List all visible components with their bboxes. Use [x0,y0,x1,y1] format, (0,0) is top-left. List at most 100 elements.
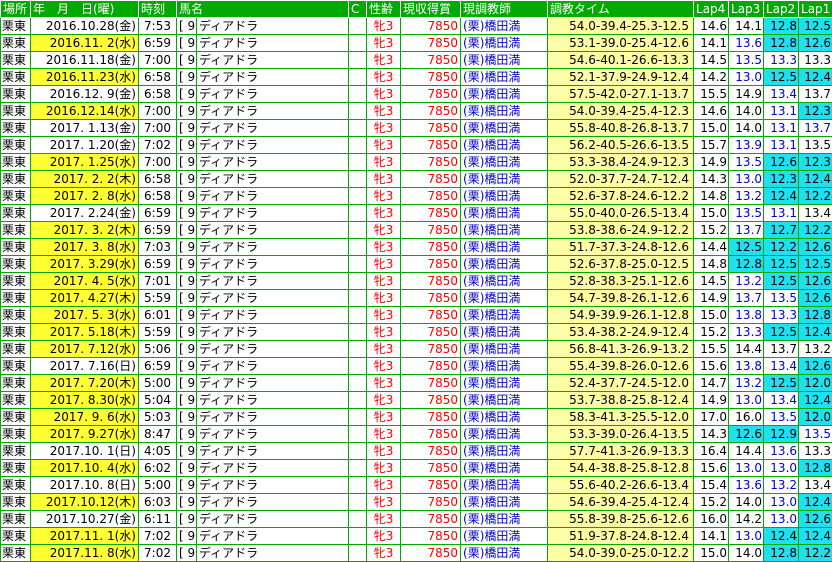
table-row: 栗東2017. 1.13(金)7:00[ 9]ディアドラ牝37850(栗)橋田満… [1,120,832,137]
trainer-cell: (栗)橋田満 [461,460,548,477]
lap3-cell: 13.0 [729,392,764,409]
trainer-cell: (栗)橋田満 [461,307,548,324]
prize-cell: 7850 [401,426,461,443]
prize-cell: 7850 [401,511,461,528]
place-cell: 栗東 [1,494,31,511]
prize-cell: 7850 [401,188,461,205]
table-body: 栗東2016.10.28(金)7:53[ 9]ディアドラ牝37850(栗)橋田満… [1,18,832,562]
c-cell [349,392,367,409]
time-cell: 5:59 [139,324,177,341]
sex-age-cell: 牝3 [367,392,401,409]
header-prize[interactable]: 現収得賞 [401,1,461,18]
header-horse[interactable]: 馬名 [177,1,349,18]
time-cell: 7:00 [139,103,177,120]
horse-name-cell: ディアドラ [197,86,349,103]
date-cell: 2017.11. 1(水) [31,528,139,545]
lap1-cell: 12.8 [799,460,832,477]
lap3-cell: 13.6 [729,35,764,52]
sex-age-cell: 牝3 [367,375,401,392]
place-cell: 栗東 [1,426,31,443]
train-time-cell: 55.0-40.0-26.5-13.4 [548,205,694,222]
c-cell [349,171,367,188]
horse-name-cell: ディアドラ [197,477,349,494]
horse-name-cell: ディアドラ [197,307,349,324]
header-lap4[interactable]: Lap4 [694,1,729,18]
time-cell: 8:47 [139,426,177,443]
lap2-cell: 13.5 [764,290,799,307]
trainer-cell: (栗)橋田満 [461,477,548,494]
c-cell [349,545,367,562]
time-cell: 6:01 [139,307,177,324]
train-time-cell: 56.2-40.5-26.6-13.5 [548,137,694,154]
time-cell: 7:02 [139,545,177,562]
time-cell: 6:59 [139,256,177,273]
prize-cell: 7850 [401,222,461,239]
date-cell: 2017.10.27(金) [31,511,139,528]
time-cell: 5:00 [139,375,177,392]
lap2-cell: 12.6 [764,154,799,171]
table-row: 栗東2017. 4.27(木)5:59[ 9]ディアドラ牝37850(栗)橋田満… [1,290,832,307]
time-cell: 5:00 [139,477,177,494]
header-lap2[interactable]: Lap2 [764,1,799,18]
train-time-cell: 52.6-37.8-24.6-12.2 [548,188,694,205]
header-date[interactable]: 年 月 日(曜) [31,1,139,18]
header-c[interactable]: C [349,1,367,18]
sex-age-cell: 牝3 [367,222,401,239]
header-place[interactable]: 場所 [1,1,31,18]
horse-number-cell: [ 9] [177,154,197,171]
lap4-cell: 15.2 [694,324,729,341]
table-row: 栗東2017. 4. 5(水)7:01[ 9]ディアドラ牝37850(栗)橋田満… [1,273,832,290]
c-cell [349,443,367,460]
table-row: 栗東2017. 2. 8(水)6:58[ 9]ディアドラ牝37850(栗)橋田満… [1,188,832,205]
trainer-cell: (栗)橋田満 [461,52,548,69]
place-cell: 栗東 [1,222,31,239]
header-lap3[interactable]: Lap3 [729,1,764,18]
sex-age-cell: 牝3 [367,341,401,358]
lap2-cell: 12.5 [764,324,799,341]
lap1-cell: 12.6 [799,511,832,528]
header-trainer[interactable]: 現調教師 [461,1,548,18]
lap2-cell: 12.3 [764,171,799,188]
header-time[interactable]: 時刻 [139,1,177,18]
header-sex-age[interactable]: 性齢 [367,1,401,18]
c-cell [349,460,367,477]
lap2-cell: 13.3 [764,52,799,69]
header-lap1[interactable]: Lap1 [799,1,832,18]
horse-name-cell: ディアドラ [197,154,349,171]
horse-number-cell: [ 9] [177,18,197,35]
trainer-cell: (栗)橋田満 [461,494,548,511]
horse-number-cell: [ 9] [177,392,197,409]
time-cell: 7:53 [139,18,177,35]
place-cell: 栗東 [1,18,31,35]
lap2-cell: 13.1 [764,120,799,137]
time-cell: 6:11 [139,511,177,528]
horse-name-cell: ディアドラ [197,324,349,341]
table-row: 栗東2016.11.18(金)7:00[ 9]ディアドラ牝37850(栗)橋田満… [1,52,832,69]
train-time-cell: 54.6-39.4-25.4-12.4 [548,494,694,511]
lap1-cell: 12.4 [799,324,832,341]
prize-cell: 7850 [401,205,461,222]
lap2-cell: 12.5 [764,69,799,86]
c-cell [349,494,367,511]
horse-number-cell: [ 9] [177,120,197,137]
sex-age-cell: 牝3 [367,154,401,171]
table-row: 栗東2017.11. 1(水)7:02[ 9]ディアドラ牝37850(栗)橋田満… [1,528,832,545]
header-train-time[interactable]: 調教タイム [548,1,694,18]
train-time-cell: 51.7-37.3-24.8-12.6 [548,239,694,256]
date-cell: 2017. 4.27(木) [31,290,139,307]
c-cell [349,324,367,341]
lap2-cell: 13.0 [764,460,799,477]
time-cell: 7:00 [139,52,177,69]
prize-cell: 7850 [401,358,461,375]
place-cell: 栗東 [1,273,31,290]
lap1-cell: 12.6 [799,290,832,307]
train-time-cell: 53.8-38.6-24.9-12.2 [548,222,694,239]
lap1-cell: 13.4 [799,477,832,494]
lap2-cell: 12.8 [764,35,799,52]
lap4-cell: 15.0 [694,205,729,222]
sex-age-cell: 牝3 [367,86,401,103]
horse-name-cell: ディアドラ [197,443,349,460]
c-cell [349,120,367,137]
prize-cell: 7850 [401,18,461,35]
prize-cell: 7850 [401,324,461,341]
